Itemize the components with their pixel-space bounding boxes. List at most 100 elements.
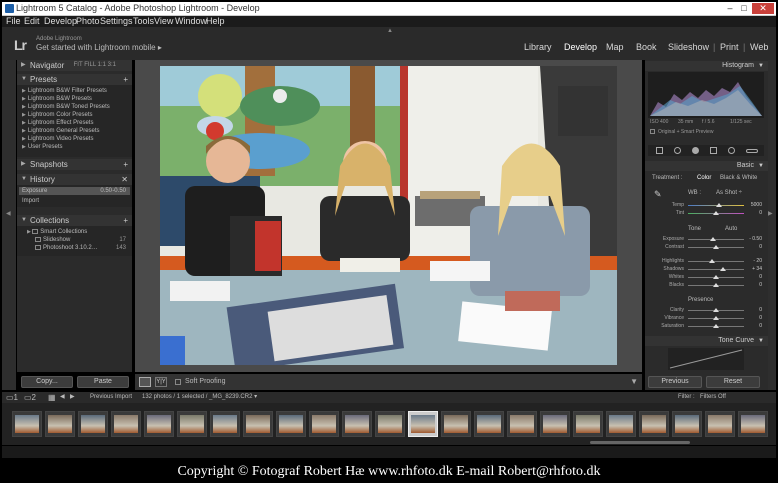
reset-button[interactable]: Reset	[706, 376, 760, 388]
filmstrip-thumbnail[interactable]	[375, 411, 405, 437]
menu-edit[interactable]: Edit	[24, 16, 40, 27]
filmstrip-thumbnail[interactable]	[672, 411, 702, 437]
filmstrip-thumbnail[interactable]	[606, 411, 636, 437]
expand-right-arrow-icon[interactable]: ▶	[768, 210, 773, 217]
preset-folder[interactable]: ▶ Lightroom B&W Filter Presets	[22, 87, 128, 95]
collection-item[interactable]: ▶ Smart Collections	[27, 228, 128, 236]
toolbar-options-dropdown-icon[interactable]: ▼	[630, 377, 638, 386]
filmstrip-thumbnail[interactable]	[309, 411, 339, 437]
preset-folder[interactable]: ▶ Lightroom Effect Presets	[22, 119, 128, 127]
filmstrip-thumbnail[interactable]	[738, 411, 768, 437]
highlights-slider[interactable]: Highlights - 20	[650, 258, 762, 265]
treatment-color-option[interactable]: Color	[697, 175, 711, 181]
history-step[interactable]: Import	[19, 197, 130, 205]
tone-curve-graph[interactable]	[668, 348, 744, 370]
filmstrip-thumbnail[interactable]	[177, 411, 207, 437]
filmstrip-thumbnail[interactable]	[705, 411, 735, 437]
before-after-view-icon[interactable]: Y|Y	[155, 377, 167, 387]
expand-left-arrow-icon[interactable]: ◀	[6, 210, 11, 217]
saturation-slider[interactable]: Saturation 0	[650, 323, 762, 330]
filmstrip-thumbnail[interactable]	[78, 411, 108, 437]
close-button[interactable]: ✕	[752, 3, 774, 14]
collections-header[interactable]: ▼ Collections +	[17, 215, 132, 226]
menu-help[interactable]: Help	[206, 16, 225, 27]
forward-arrow-icon[interactable]: ▶	[70, 393, 75, 402]
contrast-slider[interactable]: Contrast 0	[650, 244, 762, 251]
preset-folder[interactable]: ▶ Lightroom Color Presets	[22, 111, 128, 119]
slider-knob[interactable]	[715, 203, 722, 207]
monitor-1-icon[interactable]: ▭1	[6, 393, 18, 402]
filmstrip-thumbnail[interactable]	[12, 411, 42, 437]
presets-header[interactable]: ▼ Presets +	[17, 74, 132, 85]
filmstrip-thumbnail[interactable]	[210, 411, 240, 437]
wb-select[interactable]: As Shot ÷	[716, 190, 742, 196]
filmstrip-thumbnail[interactable]	[243, 411, 273, 437]
tone-curve-header[interactable]: Tone Curve ▼	[645, 336, 768, 346]
grid-view-icon[interactable]: ▦	[48, 393, 56, 402]
menu-tools[interactable]: Tools	[133, 16, 154, 27]
exposure-slider[interactable]: Exposure - 0.50	[650, 236, 762, 243]
treatment-bw-option[interactable]: Black & White	[720, 175, 757, 181]
filmstrip-thumbnail[interactable]	[111, 411, 141, 437]
blacks-slider[interactable]: Blacks 0	[650, 282, 762, 289]
module-book[interactable]: Book	[636, 42, 657, 52]
slider-knob[interactable]	[713, 316, 719, 320]
filter-select[interactable]: Filters Off	[700, 393, 726, 402]
filmstrip-thumbnail[interactable]	[474, 411, 504, 437]
whites-slider[interactable]: Whites 0	[650, 274, 762, 281]
soft-proofing-checkbox[interactable]	[175, 379, 181, 385]
histogram-header[interactable]: Histogram ▼	[645, 61, 768, 71]
menu-window[interactable]: Window	[175, 16, 207, 27]
navigator-zoom-options[interactable]: FIT FILL 1:1 3:1	[74, 60, 116, 71]
module-web[interactable]: Web	[750, 42, 768, 52]
collection-item[interactable]: Photoshoot 3.10.2… 143	[35, 244, 128, 252]
collection-item[interactable]: Slideshow 17	[35, 236, 128, 244]
minimize-button[interactable]: –	[724, 3, 736, 14]
filmstrip-thumbnail[interactable]	[45, 411, 75, 437]
menu-develop[interactable]: Develop	[44, 16, 77, 27]
filmstrip-scrollbar[interactable]	[590, 441, 690, 444]
filmstrip-thumbnail[interactable]	[408, 411, 438, 437]
slider-knob[interactable]	[713, 275, 719, 279]
shadows-slider[interactable]: Shadows + 34	[650, 266, 762, 273]
module-develop[interactable]: Develop	[564, 42, 597, 52]
filmstrip-thumbnail[interactable]	[573, 411, 603, 437]
tint-slider[interactable]: Tint 0	[650, 210, 762, 217]
preset-folder[interactable]: ▶ Lightroom B&W Presets	[22, 95, 128, 103]
filmstrip-thumbnail[interactable]	[441, 411, 471, 437]
paste-settings-button[interactable]: Paste	[77, 376, 129, 388]
module-slideshow[interactable]: Slideshow	[668, 42, 709, 52]
left-panel-edge[interactable]: ◀	[2, 60, 16, 390]
filmstrip-status[interactable]: 132 photos / 1 selected / _MG_8239.CR2 ▾	[142, 393, 257, 402]
preset-folder[interactable]: ▶ Lightroom Video Presets	[22, 135, 128, 143]
crop-tool-icon[interactable]	[656, 147, 663, 154]
menu-photo[interactable]: Photo	[76, 16, 100, 27]
tone-auto-button[interactable]: Auto	[725, 226, 737, 232]
histogram-graph[interactable]	[648, 72, 764, 118]
filmstrip-source[interactable]: Previous Import	[90, 393, 132, 402]
slider-knob[interactable]	[713, 283, 719, 287]
main-photo[interactable]	[160, 66, 617, 365]
filmstrip-thumbnail[interactable]	[639, 411, 669, 437]
previous-button[interactable]: Previous	[648, 376, 702, 388]
spot-removal-tool-icon[interactable]	[674, 147, 681, 154]
slider-knob[interactable]	[713, 211, 719, 215]
monitor-2-icon[interactable]: ▭2	[24, 393, 36, 402]
filmstrip-thumbnail[interactable]	[342, 411, 372, 437]
history-header[interactable]: ▼ History ✕	[17, 174, 132, 185]
add-snapshot-icon[interactable]: +	[123, 159, 128, 170]
radial-filter-icon[interactable]	[728, 147, 735, 154]
clear-history-icon[interactable]: ✕	[121, 174, 128, 185]
menu-file[interactable]: File	[6, 16, 21, 27]
slider-knob[interactable]	[713, 324, 719, 328]
vibrance-slider[interactable]: Vibrance 0	[650, 315, 762, 322]
slider-knob[interactable]	[719, 267, 726, 271]
graduated-filter-icon[interactable]	[710, 147, 717, 154]
adjustment-brush-icon[interactable]	[746, 149, 758, 153]
back-arrow-icon[interactable]: ◀	[60, 393, 65, 402]
module-library[interactable]: Library	[524, 42, 552, 52]
history-step[interactable]: Exposure 0.50 -0.50	[19, 187, 130, 195]
copy-settings-button[interactable]: Copy...	[21, 376, 73, 388]
original-preview-checkbox[interactable]	[650, 129, 655, 134]
filmstrip-thumbnail[interactable]	[507, 411, 537, 437]
